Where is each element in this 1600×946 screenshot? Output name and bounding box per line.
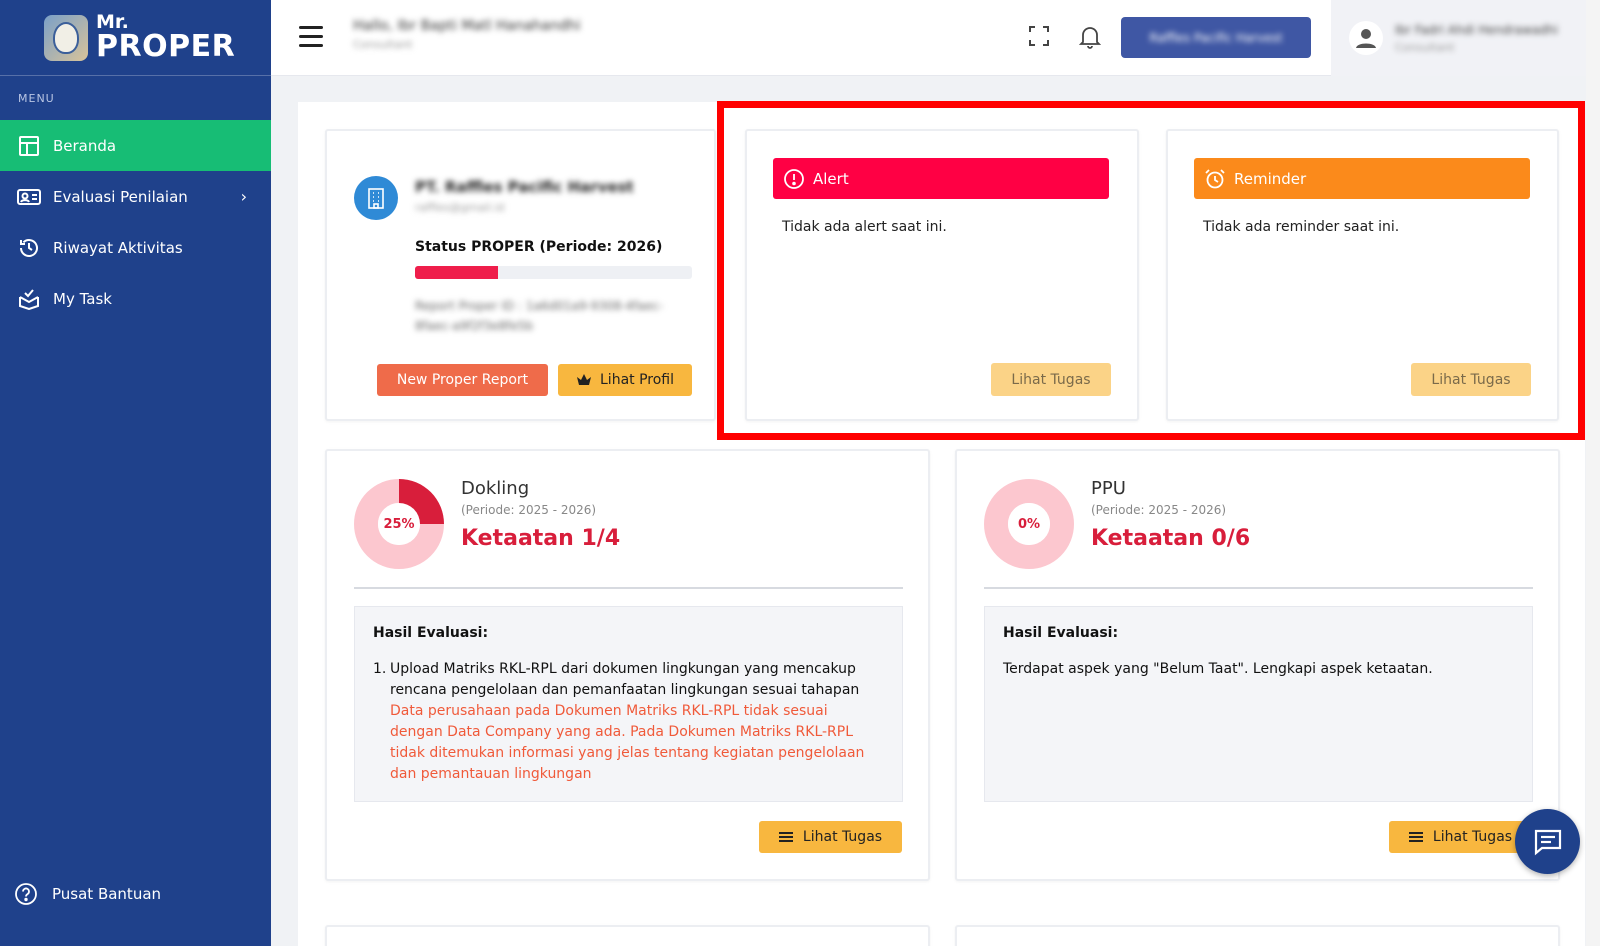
fullscreen-icon[interactable] xyxy=(1028,25,1052,49)
divider xyxy=(984,587,1533,589)
sidebar: Mr. PROPER MENU Beranda Evaluasi Penilai… xyxy=(0,0,271,946)
alert-card: Alert Tidak ada alert saat ini. Lihat Tu… xyxy=(745,129,1139,421)
dokling-card: 25% Dokling (Periode: 2025 - 2026) Ketaa… xyxy=(325,449,930,881)
company-name: PT. Raffles Pacific Harvest xyxy=(415,178,634,196)
help-label: Pusat Bantuan xyxy=(52,885,162,903)
sidebar-item-label: Beranda xyxy=(53,136,117,155)
ppu-title: PPU xyxy=(1091,478,1126,499)
alarm-clock-icon xyxy=(1204,168,1226,190)
avatar xyxy=(1349,21,1383,55)
reminder-view-tasks-button[interactable]: Lihat Tugas xyxy=(1411,363,1531,396)
divider xyxy=(354,587,903,589)
new-proper-report-button[interactable]: New Proper Report xyxy=(377,364,548,396)
task-icon xyxy=(17,287,41,311)
greeting: Hallo, Ibr Bapti Matl Hanahandhi Consult… xyxy=(353,18,581,51)
dokling-view-tasks-button[interactable]: Lihat Tugas xyxy=(759,821,902,853)
company-email: raffles@gmail.id xyxy=(415,201,505,214)
list-item: 1. Upload Matriks RKL-RPL dari dokumen l… xyxy=(373,659,884,701)
list-icon xyxy=(1408,832,1423,842)
proper-status-label: Status PROPER (Periode: 2026) xyxy=(415,239,663,255)
evaluation-item-note: Data perusahaan pada Dokumen Matriks RKL… xyxy=(390,703,865,782)
reminder-title: Reminder xyxy=(1234,169,1307,188)
evaluation-text: Terdapat aspek yang "Belum Taat". Lengka… xyxy=(1003,661,1433,677)
chevron-right-icon: › xyxy=(240,187,247,206)
logo-emblem-icon xyxy=(44,14,88,61)
company-selector-button[interactable]: Raffles Pacific Harvest xyxy=(1121,17,1311,58)
history-icon xyxy=(17,236,41,260)
bottom-card-left xyxy=(325,925,930,946)
crown-icon xyxy=(577,374,591,385)
page-scrollbar[interactable] xyxy=(1586,0,1600,946)
evaluation-item-text: Upload Matriks RKL-RPL dari dokumen ling… xyxy=(390,661,860,698)
sidebar-item-my-task[interactable]: My Task xyxy=(0,273,271,324)
ppu-percent: 0% xyxy=(1017,516,1041,532)
layout-icon xyxy=(17,134,41,158)
reminder-message: Tidak ada reminder saat ini. xyxy=(1203,219,1400,235)
id-card-icon xyxy=(17,185,41,209)
sidebar-item-label: Evaluasi Penilaian xyxy=(53,187,188,206)
building-icon xyxy=(354,176,398,220)
sidebar-item-label: Riwayat Aktivitas xyxy=(53,238,183,257)
progress-fill xyxy=(415,266,499,279)
alert-message: Tidak ada alert saat ini. xyxy=(782,219,947,235)
dokling-compliance: Ketaatan 1/4 xyxy=(461,526,621,551)
ppu-view-tasks-button[interactable]: Lihat Tugas xyxy=(1389,821,1532,853)
sidebar-item-evaluasi-penilaian[interactable]: Evaluasi Penilaian › xyxy=(0,171,271,222)
hamburger-menu-icon[interactable] xyxy=(299,26,323,48)
chat-button[interactable] xyxy=(1515,809,1580,874)
company-profile-card: PT. Raffles Pacific Harvest raffles@gmai… xyxy=(325,129,716,421)
dokling-period: (Periode: 2025 - 2026) xyxy=(461,503,597,517)
help-center-link[interactable]: Pusat Bantuan xyxy=(0,874,271,914)
alert-header: Alert xyxy=(773,158,1109,199)
alert-title: Alert xyxy=(813,169,849,188)
sidebar-item-riwayat-aktivitas[interactable]: Riwayat Aktivitas xyxy=(0,222,271,273)
dokling-evaluation-box[interactable]: Hasil Evaluasi: 1. Upload Matriks RKL-RP… xyxy=(354,606,903,802)
user-name: Ibr Fadri Ahdi Hendrawadhi xyxy=(1395,22,1558,37)
user-role: Consultant xyxy=(1395,40,1455,54)
list-number: 1. xyxy=(373,661,387,677)
evaluation-title: Hasil Evaluasi: xyxy=(373,625,489,641)
reminder-card: Reminder Tidak ada reminder saat ini. Li… xyxy=(1166,129,1559,421)
bell-icon[interactable] xyxy=(1078,25,1103,49)
ppu-evaluation-box[interactable]: Hasil Evaluasi: Terdapat aspek yang "Bel… xyxy=(984,606,1533,802)
help-icon xyxy=(14,882,38,906)
report-id: Report Proper ID : 1a6d01a9-9308-4faec-8… xyxy=(415,299,664,333)
sidebar-item-label: My Task xyxy=(53,289,112,308)
ppu-compliance: Ketaatan 0/6 xyxy=(1091,526,1251,551)
sidebar-item-beranda[interactable]: Beranda xyxy=(0,120,271,171)
brand-logo[interactable]: Mr. PROPER xyxy=(0,0,271,76)
brand-proper: PROPER xyxy=(96,29,236,64)
greeting-role: Consultant xyxy=(353,38,413,51)
ppu-period: (Periode: 2025 - 2026) xyxy=(1091,503,1227,517)
user-menu[interactable]: Ibr Fadri Ahdi Hendrawadhi Consultant xyxy=(1331,0,1586,76)
greeting-text: Hallo, Ibr Bapti Matl Hanahandhi xyxy=(353,18,581,34)
ppu-card: 0% PPU (Periode: 2025 - 2026) Ketaatan 0… xyxy=(955,449,1560,881)
list-icon xyxy=(778,832,793,842)
topbar: Hallo, Ibr Bapti Matl Hanahandhi Consult… xyxy=(271,0,1600,76)
menu-label: MENU xyxy=(18,92,55,105)
proper-progress-bar xyxy=(415,266,692,279)
exclamation-circle-icon xyxy=(783,168,805,190)
bottom-card-right xyxy=(955,925,1560,946)
view-profile-button[interactable]: Lihat Profil xyxy=(558,364,692,396)
chat-icon xyxy=(1534,829,1561,855)
reminder-header: Reminder xyxy=(1194,158,1530,199)
dokling-title: Dokling xyxy=(461,478,530,499)
dokling-percent: 25% xyxy=(383,516,415,532)
evaluation-title: Hasil Evaluasi: xyxy=(1003,625,1119,641)
alert-view-tasks-button[interactable]: Lihat Tugas xyxy=(991,363,1111,396)
